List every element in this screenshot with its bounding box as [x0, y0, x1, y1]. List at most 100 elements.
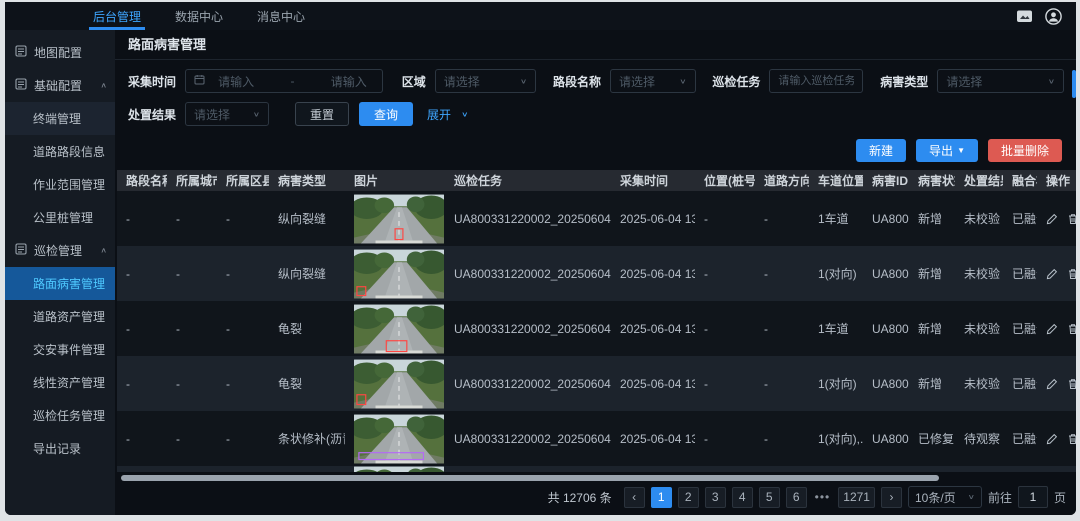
- road-photo-thumbnail[interactable]: [354, 414, 444, 464]
- disposal-result-placeholder: 请选择: [194, 106, 230, 123]
- road-photo-thumbnail[interactable]: [354, 466, 444, 472]
- cell-lane: 1(对向): [809, 375, 863, 392]
- page-button-2[interactable]: 2: [678, 487, 699, 508]
- edit-icon[interactable]: [1046, 378, 1058, 390]
- reset-button[interactable]: 重置: [295, 102, 349, 126]
- delete-icon[interactable]: [1067, 268, 1076, 280]
- sidebar-item-inspection-task-mgmt[interactable]: 巡检任务管理: [5, 399, 115, 432]
- sidebar-item-work-scope-mgmt[interactable]: 作业范围管理: [5, 168, 115, 201]
- page-button-4[interactable]: 4: [732, 487, 753, 508]
- region-select[interactable]: 请选择 ∨: [435, 69, 536, 93]
- expand-filters-toggle[interactable]: 展开∨: [427, 106, 468, 123]
- table-header: 路段名称 所属城市 所属区县 病害类型 图片 巡检任务 采集时间 位置(桩号) …: [117, 170, 1076, 191]
- delete-icon[interactable]: [1067, 213, 1076, 225]
- cell-county: -: [217, 432, 269, 446]
- sidebar-item-map-config[interactable]: 地图配置: [5, 36, 115, 69]
- cell-lane: 1车道: [809, 320, 863, 337]
- cell-collect-time: 2025-06-04 13:50: [611, 267, 695, 281]
- edit-icon[interactable]: [1046, 213, 1058, 225]
- page-button-1[interactable]: 1: [651, 487, 672, 508]
- edit-icon[interactable]: [1046, 323, 1058, 335]
- horizontal-scrollbar-track[interactable]: [121, 474, 1072, 483]
- page-button-5[interactable]: 5: [759, 487, 780, 508]
- edit-icon[interactable]: [1046, 433, 1058, 445]
- user-avatar-icon[interactable]: [1045, 8, 1062, 25]
- cell-stake: -: [695, 322, 755, 336]
- collect-time-range-input[interactable]: 请输入 - 请输入: [185, 69, 383, 93]
- tab-data-center[interactable]: 数据中心: [175, 2, 223, 30]
- sidebar-item-road-asset-mgmt[interactable]: 道路资产管理: [5, 300, 115, 333]
- sidebar-item-basic-config[interactable]: 基础配置 ∧: [5, 69, 115, 102]
- delete-icon[interactable]: [1067, 378, 1076, 390]
- chevron-down-icon: ∨: [968, 493, 975, 501]
- cell-direction: -: [755, 432, 809, 446]
- cell-direction: -: [755, 322, 809, 336]
- collapse-arrow-icon: ∧: [100, 81, 107, 90]
- page-button-last[interactable]: 1271: [838, 487, 875, 508]
- cell-result: 未校验: [955, 265, 1003, 282]
- edit-icon[interactable]: [1046, 268, 1058, 280]
- delete-icon[interactable]: [1067, 433, 1076, 445]
- screen-monitor-icon[interactable]: [1016, 9, 1033, 24]
- cell-lane: 1车道: [809, 210, 863, 227]
- batch-delete-button[interactable]: 批量删除: [988, 139, 1062, 162]
- col-city: 所属城市: [167, 172, 217, 189]
- disposal-result-select[interactable]: 请选择 ∨: [185, 102, 269, 126]
- next-page-button[interactable]: ›: [881, 487, 902, 508]
- topbar: 后台管理 数据中心 消息中心: [5, 2, 1076, 30]
- tab-backend-management[interactable]: 后台管理: [93, 2, 141, 30]
- road-photo-thumbnail[interactable]: [354, 249, 444, 299]
- sidebar-item-kilometer-post-mgmt[interactable]: 公里桩管理: [5, 201, 115, 234]
- page-size-select[interactable]: 10条/页 ∨: [908, 486, 982, 508]
- prev-page-button[interactable]: ‹: [624, 487, 645, 508]
- cell-stake: -: [695, 267, 755, 281]
- tab-message-center[interactable]: 消息中心: [257, 2, 305, 30]
- right-edge-scroll-indicator[interactable]: [1072, 70, 1076, 98]
- road-name-select[interactable]: 请选择 ∨: [610, 69, 695, 93]
- goto-page-input[interactable]: [1018, 486, 1048, 508]
- cell-lane: 1(对向): [809, 265, 863, 282]
- col-direction: 道路方向: [755, 172, 809, 189]
- table-row: - - - 龟裂 UA800331220002_2025060413385205…: [117, 301, 1076, 356]
- road-photo-thumbnail[interactable]: [354, 359, 444, 409]
- sidebar-item-terminal-mgmt[interactable]: 终端管理: [5, 102, 115, 135]
- cell-road-name: -: [117, 212, 167, 226]
- col-result: 处置结果: [955, 172, 1003, 189]
- sidebar-item-road-disease-mgmt[interactable]: 路面病害管理: [5, 267, 115, 300]
- sidebar-item-traffic-safety-event-mgmt[interactable]: 交安事件管理: [5, 333, 115, 366]
- basic-config-icon: [15, 78, 27, 93]
- disease-type-select[interactable]: 请选择 ∨: [937, 69, 1064, 93]
- search-button[interactable]: 查询: [359, 102, 413, 126]
- road-photo-thumbnail[interactable]: [354, 194, 444, 244]
- page-button-6[interactable]: 6: [786, 487, 807, 508]
- export-button[interactable]: 导出▼: [916, 139, 978, 162]
- cell-status: 新增: [909, 320, 955, 337]
- col-operations: 操作: [1037, 172, 1076, 189]
- cell-collect-time: 2025-06-04 13:50: [611, 377, 695, 391]
- sidebar-item-linear-asset-mgmt[interactable]: 线性资产管理: [5, 366, 115, 399]
- sidebar-item-label: 巡检管理: [34, 242, 93, 259]
- inspection-mgmt-icon: [15, 243, 27, 258]
- sidebar-item-road-section-info[interactable]: 道路路段信息: [5, 135, 115, 168]
- cell-result: 待观察: [955, 430, 1003, 447]
- create-button[interactable]: 新建: [856, 139, 906, 162]
- cell-fusion: 已融合: [1003, 210, 1037, 227]
- cell-disease-type: 龟裂: [269, 375, 345, 392]
- cell-fusion: 已融合: [1003, 320, 1037, 337]
- cell-city: -: [167, 377, 217, 391]
- cell-task: UA800331220002_20250604133852059: [445, 377, 611, 391]
- sidebar-item-export-records[interactable]: 导出记录: [5, 432, 115, 465]
- delete-icon[interactable]: [1067, 323, 1076, 335]
- table-row: - - - 条状修补(沥青) UA800331220002_2025060413…: [117, 411, 1076, 466]
- road-photo-thumbnail[interactable]: [354, 304, 444, 354]
- sidebar-item-inspection-mgmt[interactable]: 巡检管理 ∧: [5, 234, 115, 267]
- inspection-task-input[interactable]: [769, 69, 863, 93]
- caret-down-icon: ▼: [957, 146, 965, 155]
- goto-unit: 页: [1054, 489, 1066, 506]
- road-name-label: 路段名称: [553, 73, 601, 90]
- horizontal-scrollbar-thumb[interactable]: [121, 475, 939, 481]
- col-county: 所属区县: [217, 172, 269, 189]
- page-button-3[interactable]: 3: [705, 487, 726, 508]
- cell-result: 未校验: [955, 375, 1003, 392]
- more-pages-ellipsis[interactable]: •••: [813, 490, 833, 504]
